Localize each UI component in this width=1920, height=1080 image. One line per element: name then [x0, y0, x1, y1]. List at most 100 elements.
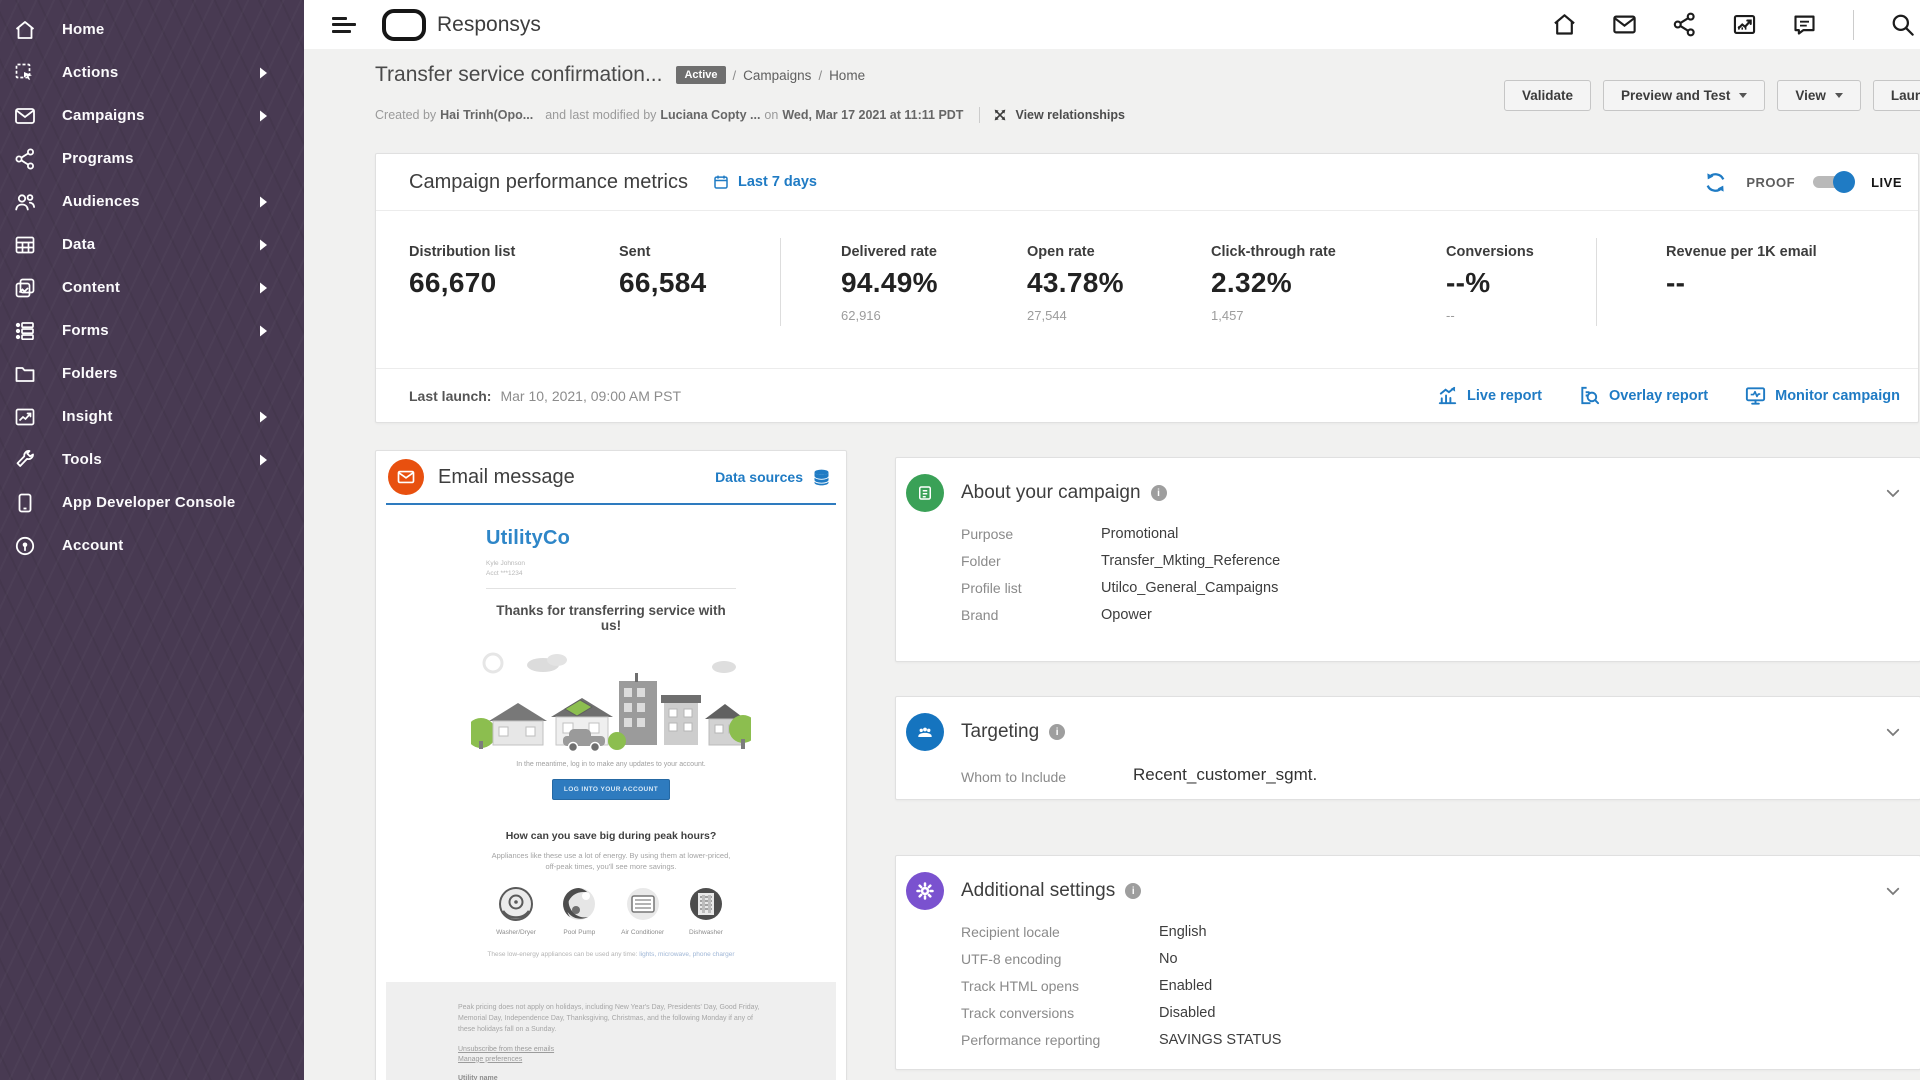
preview-and-test-button[interactable]: Preview and Test	[1603, 80, 1765, 111]
metrics-footer: Last launch: Mar 10, 2021, 09:00 AM PST …	[376, 368, 1918, 422]
sidebar-item-campaigns[interactable]: Campaigns	[0, 94, 304, 137]
overlay-report-link[interactable]: Overlay report	[1578, 384, 1708, 407]
sidebar-item-content[interactable]: Content	[0, 266, 304, 309]
page-header: Transfer service confirmation... Active …	[375, 63, 865, 87]
chevron-right-icon	[259, 281, 268, 294]
divider	[486, 588, 736, 589]
chevron-down-icon[interactable]	[1884, 882, 1902, 900]
modified-date: Wed, Mar 17 2021 at 11:11 PDT	[782, 108, 963, 122]
mail-icon[interactable]	[1611, 11, 1638, 38]
validate-button[interactable]: Validate	[1504, 80, 1591, 111]
insight-icon[interactable]	[1731, 11, 1758, 38]
campaign-performance-card: Campaign performance metrics Last 7 days…	[375, 153, 1919, 423]
divider	[979, 107, 980, 123]
folder-icon	[12, 361, 38, 387]
metric-open-rate: Open rate 43.78% 27,544	[1027, 244, 1124, 323]
main-content: Transfer service confirmation... Active …	[304, 49, 1920, 1080]
proof-label: PROOF	[1746, 175, 1795, 190]
panel-row: UTF-8 encodingNo	[961, 951, 1920, 967]
proof-live-toggle[interactable]	[1813, 176, 1853, 188]
sidebar-item-label: Campaigns	[62, 107, 145, 124]
metric-click-through-rate: Click-through rate 2.32% 1,457	[1211, 244, 1336, 323]
live-report-link[interactable]: Live report	[1436, 384, 1542, 407]
info-icon[interactable]: i	[1151, 485, 1167, 501]
responsys-app: Home Actions Campaigns Programs	[0, 0, 1920, 1080]
sidebar-item-label: Home	[62, 21, 104, 38]
monitor-campaign-link[interactable]: Monitor campaign	[1744, 384, 1900, 407]
email-cta-button[interactable]: LOG INTO YOUR ACCOUNT	[552, 779, 670, 800]
panel-row: Recipient localeEnglish	[961, 924, 1920, 940]
chevron-right-icon	[259, 238, 268, 251]
feedback-icon[interactable]	[1791, 11, 1818, 38]
sidebar-item-programs[interactable]: Programs	[0, 137, 304, 180]
modified-by: Luciana Copty ...	[660, 108, 760, 122]
refresh-icon[interactable]	[1703, 170, 1728, 195]
content-icon	[12, 275, 38, 301]
sidebar-item-tools[interactable]: Tools	[0, 438, 304, 481]
panel-row: Whom to IncludeRecent_customer_sgmt.	[961, 765, 1920, 785]
breadcrumb-campaigns[interactable]: Campaigns	[743, 68, 811, 83]
metrics-row: Distribution list 66,670 Sent 66,584 Del…	[376, 210, 1918, 369]
sidebar-item-label: Insight	[62, 408, 113, 425]
audiences-icon	[12, 189, 38, 215]
appliance-washer: Washer/Dryer	[488, 886, 544, 937]
live-report-icon	[1436, 384, 1459, 407]
view-relationships-link[interactable]: View relationships	[992, 107, 1125, 123]
email-headline: Thanks for transferring service with us!	[486, 603, 736, 633]
manage-preferences-link[interactable]: Manage preferences	[458, 1056, 764, 1063]
info-icon[interactable]: i	[1049, 724, 1065, 740]
campaign-meta: Created by Hai Trinh(Opo... and last mod…	[375, 107, 1125, 123]
targeting-icon	[906, 713, 944, 751]
console-icon	[12, 490, 38, 516]
actions-icon	[12, 60, 38, 86]
sidebar-item-home[interactable]: Home	[0, 8, 304, 51]
sidebar-item-data[interactable]: Data	[0, 223, 304, 266]
sidebar-item-folders[interactable]: Folders	[0, 352, 304, 395]
chevron-right-icon	[259, 324, 268, 337]
last-launch-value: Mar 10, 2021, 09:00 AM PST	[500, 388, 681, 404]
date-range-selector[interactable]: Last 7 days	[712, 173, 817, 191]
sidebar-item-label: Audiences	[62, 193, 140, 210]
sidebar-item-forms[interactable]: Forms	[0, 309, 304, 352]
sidebar-item-label: Account	[62, 537, 123, 554]
home-icon[interactable]	[1551, 11, 1578, 38]
email-preview[interactable]: UtilityCo Kyle Johnson Acct ***1234 Than…	[376, 505, 846, 1080]
utilityco-logo: UtilityCo	[486, 527, 736, 550]
page-title: Transfer service confirmation...	[375, 63, 662, 87]
chevron-down-icon[interactable]	[1884, 723, 1902, 741]
sidebar-item-account[interactable]: Account	[0, 524, 304, 567]
search-icon[interactable]	[1889, 11, 1916, 38]
breadcrumb-home[interactable]: Home	[829, 68, 865, 83]
chevron-down-icon[interactable]	[1884, 484, 1902, 502]
programs-icon[interactable]	[1671, 11, 1698, 38]
pool-pump-icon	[561, 886, 597, 922]
chevron-right-icon	[259, 66, 268, 79]
status-badge: Active	[676, 66, 725, 84]
chevron-right-icon	[259, 410, 268, 423]
menu-icon[interactable]	[332, 13, 356, 36]
washer-icon	[498, 886, 534, 922]
caret-down-icon	[1835, 93, 1843, 98]
programs-icon	[12, 146, 38, 172]
panel-row: Performance reportingSAVINGS STATUS	[961, 1032, 1920, 1048]
sidebar-item-app-developer-console[interactable]: App Developer Console	[0, 481, 304, 524]
dishwasher-icon	[688, 886, 724, 922]
forms-icon	[12, 318, 38, 344]
sidebar-item-actions[interactable]: Actions	[0, 51, 304, 94]
breadcrumb-separator: /	[733, 68, 737, 83]
data-sources-link[interactable]: Data sources	[715, 467, 832, 488]
sidebar-item-insight[interactable]: Insight	[0, 395, 304, 438]
panel-title: About your campaign	[961, 482, 1141, 504]
unsubscribe-link[interactable]: Unsubscribe from these emails	[458, 1046, 764, 1053]
divider	[1853, 10, 1854, 40]
sidebar-item-label: Data	[62, 236, 95, 253]
appliance-icons-row: Washer/Dryer Pool Pump Air Conditioner	[486, 886, 736, 937]
sidebar-item-label: Tools	[62, 451, 102, 468]
view-button[interactable]: View	[1777, 80, 1861, 111]
meta-text: and last modified by	[545, 108, 656, 122]
launch-button[interactable]: Launch	[1873, 80, 1920, 111]
brand-name: Responsys	[437, 13, 541, 37]
sidebar-item-audiences[interactable]: Audiences	[0, 180, 304, 223]
divider	[1596, 238, 1597, 326]
info-icon[interactable]: i	[1125, 883, 1141, 899]
